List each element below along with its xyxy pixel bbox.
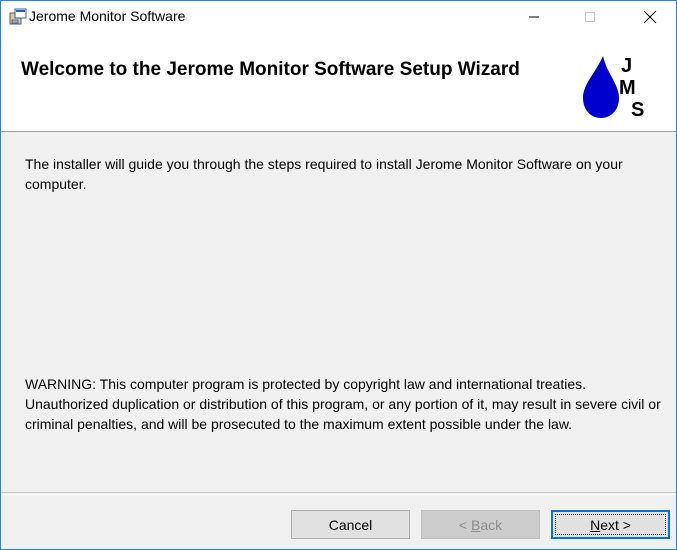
- logo-letter-m: M: [619, 77, 636, 99]
- window-title: Jerome Monitor Software: [29, 8, 186, 24]
- cancel-button-label: Cancel: [328, 516, 373, 533]
- title-bar[interactable]: Jerome Monitor Software: [1, 1, 676, 32]
- copyright-warning-text: WARNING: This computer program is protec…: [25, 376, 661, 432]
- logo-letter-j: J: [621, 55, 632, 77]
- close-icon: [643, 10, 657, 23]
- maximize-button[interactable]: [567, 1, 613, 32]
- minimize-button[interactable]: [511, 1, 557, 32]
- setup-wizard-window: Jerome Monitor Software Welcome to the J…: [0, 0, 677, 550]
- jms-logo: J M S: [583, 55, 644, 121]
- maximize-icon: [585, 11, 595, 22]
- wizard-content: The installer will guide you through the…: [1, 133, 676, 492]
- next-button[interactable]: Next >: [551, 510, 670, 539]
- logo-letter-s: S: [631, 99, 644, 121]
- wizard-footer: Cancel < Back Next >: [1, 492, 676, 549]
- focus-rectangle: [555, 514, 666, 535]
- cancel-button[interactable]: Cancel: [291, 510, 410, 539]
- intro-text: The installer will guide you through the…: [25, 156, 623, 192]
- footer-divider: [1, 494, 676, 495]
- wizard-title: Welcome to the Jerome Monitor Software S…: [21, 59, 520, 80]
- minimize-icon: [529, 16, 539, 17]
- back-button[interactable]: < Back: [421, 510, 540, 539]
- wizard-banner: Welcome to the Jerome Monitor Software S…: [1, 32, 676, 132]
- installer-package-icon: [9, 8, 27, 25]
- close-button[interactable]: [627, 1, 673, 32]
- back-button-label: < Back: [458, 516, 503, 533]
